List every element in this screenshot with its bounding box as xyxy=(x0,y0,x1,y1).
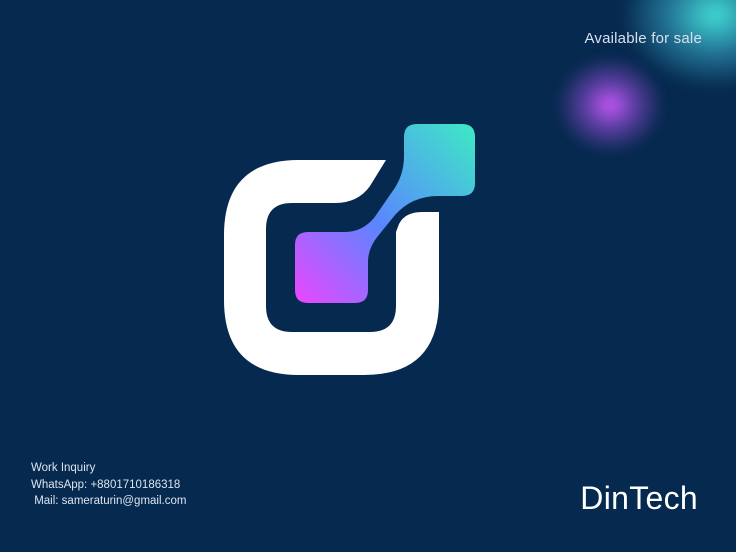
mail-contact: Mail: sameraturin@gmail.com xyxy=(31,495,187,507)
logo-gradient-shape xyxy=(295,124,475,303)
work-inquiry-heading: Work Inquiry xyxy=(31,462,96,474)
artboard: Available for sale Work Inquiry WhatsApp… xyxy=(0,0,736,552)
whatsapp-contact: WhatsApp: +8801710186318 xyxy=(31,478,181,491)
brand-name: DinTech xyxy=(580,480,698,516)
contact-info: Work Inquiry WhatsApp: +8801710186318 Ma… xyxy=(31,460,186,510)
